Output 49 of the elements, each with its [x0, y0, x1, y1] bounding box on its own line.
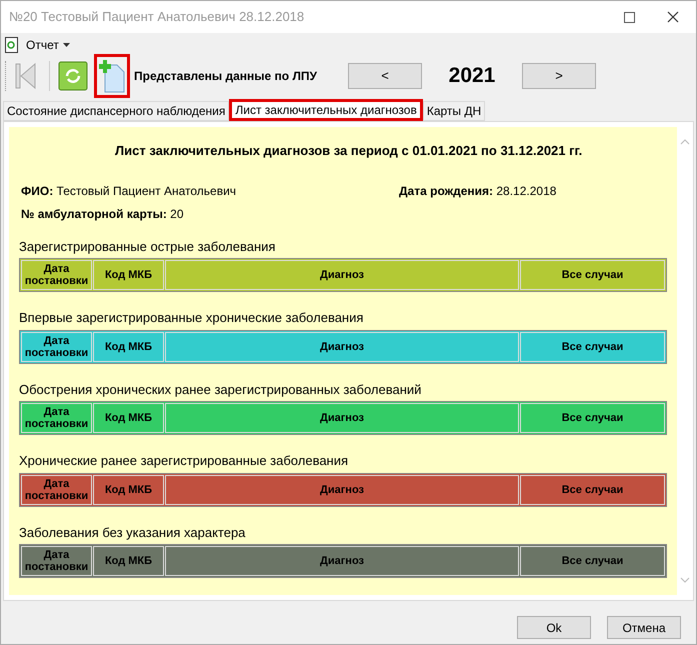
previous-year-button[interactable]: < [348, 63, 422, 89]
document-icon [5, 36, 18, 52]
section-title: Зарегистрированные острые заболевания [19, 238, 276, 256]
maximize-icon[interactable] [624, 12, 635, 22]
close-icon[interactable] [667, 11, 679, 23]
column-header: Код МКБ [93, 474, 164, 504]
dialog-button[interactable]: Ok [517, 616, 591, 639]
tab[interactable]: Состояние диспансерного наблюдения [3, 101, 230, 121]
column-header: Все случаи [520, 546, 665, 576]
section-title: Обострения хронических ранее зарегистрированных заболеваний [19, 380, 422, 399]
column-header: Дата постановки [21, 474, 92, 504]
section-title: Заболевания без указания характера [19, 524, 246, 542]
year-label: 2021 [448, 63, 496, 90]
info-text: Дата рождения: 28.12.2018 [399, 182, 558, 200]
report-title: Лист заключительных диагнозов за период с 01.01.2021 по 31.12.2021 гг. [115, 142, 584, 160]
column-header: Диагноз [165, 546, 519, 576]
caret-icon [62, 42, 70, 46]
report-menu[interactable]: Отчет [26, 36, 70, 54]
dialog-button[interactable]: Отмена [607, 616, 681, 639]
add-document-icon[interactable] [99, 59, 125, 93]
column-header: Код МКБ [93, 332, 164, 362]
scroll-down-icon[interactable] [680, 577, 690, 583]
refresh-icon[interactable] [58, 61, 88, 91]
column-header: Все случаи [520, 332, 665, 362]
section-title: Хронические ранее зарегистрированные заболевания [19, 452, 350, 470]
info-text: ФИО: Тестовый Пациент Анатольевич [21, 182, 238, 200]
window-title: №20 Тестовый Пациент Анатольевич 28.12.2018 [9, 8, 306, 26]
tab[interactable]: Карты ДН [422, 101, 486, 121]
column-header: Диагноз [165, 403, 519, 433]
column-header: Диагноз [165, 260, 519, 290]
column-header: Диагноз [165, 474, 519, 504]
column-header: Дата постановки [21, 260, 92, 290]
column-header: Код МКБ [93, 546, 164, 576]
column-header: Код МКБ [93, 260, 164, 290]
column-header: Все случаи [520, 260, 665, 290]
column-header: Дата постановки [21, 546, 92, 576]
scroll-up-icon[interactable] [680, 139, 690, 145]
next-year-button[interactable]: > [522, 63, 596, 89]
section-title: Впервые зарегистрированные хронические заболевания [19, 309, 364, 327]
column-header: Код МКБ [93, 403, 164, 433]
back-icon[interactable] [15, 62, 37, 90]
column-header: Диагноз [165, 332, 519, 362]
column-header: Дата постановки [21, 403, 92, 433]
column-header: Все случаи [520, 474, 665, 504]
info-text: № амбулаторной карты: 20 [21, 206, 185, 222]
column-header: Все случаи [520, 403, 665, 433]
column-header: Дата постановки [21, 332, 92, 362]
tab[interactable]: Лист заключительных диагнозов [229, 99, 423, 121]
status-text: Представлены данные по ЛПУ [134, 68, 318, 85]
